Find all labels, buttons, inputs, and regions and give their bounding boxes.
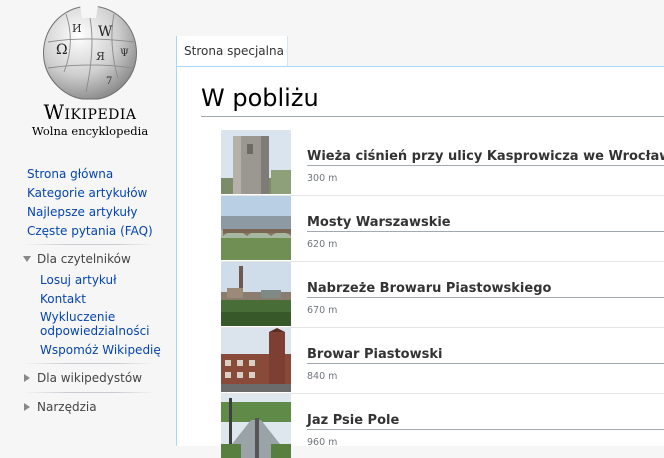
result-title[interactable]: Jaz Psie Pole <box>307 413 399 428</box>
nearby-result[interactable]: Browar Piastowski 840 m <box>221 328 664 392</box>
portal-editors-heading: Dla wikipedystów <box>37 371 143 385</box>
globe-glyph-ya: Я <box>96 50 105 63</box>
arrow-right-icon <box>24 374 30 382</box>
result-distance: 620 m <box>307 239 338 250</box>
globe-glyph-omega: Ω <box>56 42 68 58</box>
result-thumbnail <box>221 130 291 194</box>
tab-special-page-label: Strona specjalna <box>184 44 284 58</box>
result-thumbnail <box>221 262 291 326</box>
logo-tagline: Wolna encyklopedia <box>31 124 149 138</box>
portal-separator <box>22 244 155 245</box>
nav-main-page[interactable]: Strona główna <box>27 167 113 181</box>
result-distance: 300 m <box>307 173 338 184</box>
result-title[interactable]: Browar Piastowski <box>307 347 442 362</box>
arrow-right-icon <box>24 403 30 411</box>
result-title[interactable]: Mosty Warszawskie <box>307 215 451 230</box>
tab-special-page[interactable]: Strona specjalna <box>176 36 288 66</box>
result-divider <box>307 231 664 232</box>
nearby-result[interactable]: Jaz Psie Pole 960 m <box>221 394 664 458</box>
puzzle-globe-icon: W Ω И Ψ Я 7 <box>43 5 137 100</box>
globe-glyph-w: W <box>98 24 113 40</box>
nearby-result[interactable]: Wieża ciśnień przy ulicy Kasprowicza we … <box>221 130 664 194</box>
globe-glyph-psi: Ψ <box>120 48 129 59</box>
globe-glyph-i: И <box>72 22 82 35</box>
result-divider <box>307 165 664 166</box>
arrow-down-icon <box>23 256 31 262</box>
page-title: W pobliżu <box>201 84 319 112</box>
nearby-result[interactable]: Mosty Warszawskie 620 m <box>221 196 664 260</box>
portal-editors-toggle[interactable]: Dla wikipedystów <box>22 370 157 386</box>
nav-categories[interactable]: Kategorie artykułów <box>27 186 147 200</box>
nav-contact[interactable]: Kontakt <box>40 292 170 306</box>
result-distance: 960 m <box>307 437 338 448</box>
nav-disclaimer[interactable]: Wykluczenie odpowiedzialności <box>40 310 150 338</box>
result-thumbnail <box>221 328 291 392</box>
result-divider <box>307 297 664 298</box>
portal-readers-heading: Dla czytelników <box>37 252 131 266</box>
result-divider <box>307 363 664 364</box>
content-area: W pobliżu Wieża ciśnień przy ulicy Kaspr… <box>176 66 664 458</box>
result-thumbnail <box>221 196 291 260</box>
nav-random-article[interactable]: Losuj artykuł <box>40 273 170 287</box>
portal-tools-heading: Narzędzia <box>37 400 97 414</box>
nav-featured-articles[interactable]: Najlepsze artykuły <box>27 205 138 219</box>
portal-separator <box>22 363 155 364</box>
title-divider <box>201 116 664 117</box>
portal-tools-toggle[interactable]: Narzędzia <box>22 399 157 415</box>
result-distance: 670 m <box>307 305 338 316</box>
globe-glyph-7: 7 <box>106 76 112 87</box>
wikipedia-logo[interactable]: W Ω И Ψ Я 7 Wikipedia Wolna encyklopedia <box>20 2 160 142</box>
result-title[interactable]: Nabrzeże Browaru Piastowskiego <box>307 281 551 296</box>
sidebar: W Ω И Ψ Я 7 Wikipedia Wolna encyklopedia… <box>0 0 176 445</box>
nav-donate[interactable]: Wspomóż Wikipedię <box>40 343 170 357</box>
logo-wordmark: Wikipedia <box>43 100 137 124</box>
nearby-result[interactable]: Nabrzeże Browaru Piastowskiego 670 m <box>221 262 664 326</box>
result-thumbnail <box>221 394 291 458</box>
portal-separator <box>22 392 155 393</box>
result-distance: 840 m <box>307 371 338 382</box>
result-divider <box>307 429 664 430</box>
result-title[interactable]: Wieża ciśnień przy ulicy Kasprowicza we … <box>307 149 664 164</box>
portal-readers-toggle[interactable]: Dla czytelników <box>22 251 157 267</box>
nav-faq[interactable]: Częste pytania (FAQ) <box>27 224 153 238</box>
